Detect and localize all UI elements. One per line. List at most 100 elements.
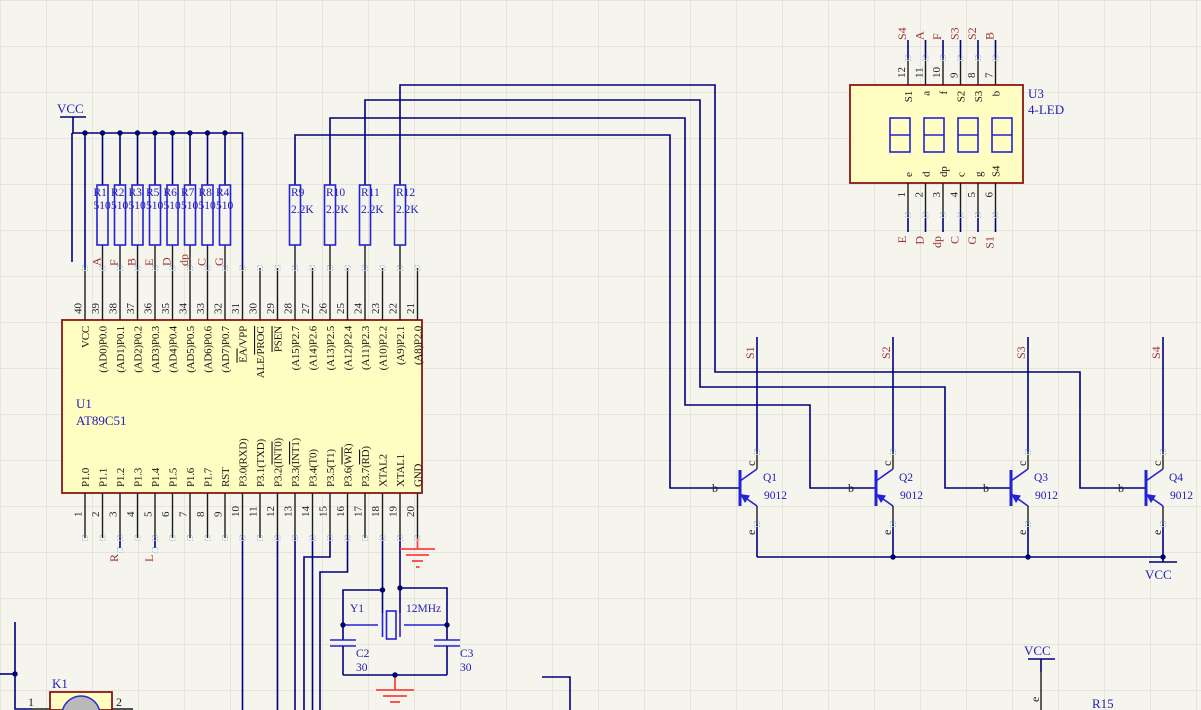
component-R10-resistor[interactable]: R102.2K (325, 185, 350, 245)
u3-pin-4-name: c (956, 172, 968, 177)
u3-pin-6-number: 6 (984, 192, 996, 198)
u1-pin-21-number: 21 (405, 303, 417, 314)
component-R4-resistor[interactable]: R4510 (216, 185, 234, 245)
component-Q1-transistor[interactable]: bceQ19012 (712, 452, 787, 535)
u1-pin-27-name: (A14)P2.6 (308, 325, 320, 370)
junction-dot (100, 130, 105, 135)
u1-pin-39-number: 39 (90, 303, 102, 315)
u3-pin-9-number: 9 (949, 72, 961, 78)
vcc-label: VCC (57, 101, 84, 116)
component-R7-resistor[interactable]: R7510 (181, 185, 199, 245)
u1-pin-36-name: (AD3)P0.3 (150, 325, 162, 372)
wire-pin15-down[interactable] (304, 538, 330, 710)
junction-dot (340, 622, 345, 627)
u1-pin-4-number: 4 (125, 511, 137, 517)
component-c3-capacitor[interactable]: C3 30 (434, 640, 474, 674)
R1-value: 510 (94, 200, 112, 212)
net-label-dp: dp (930, 236, 944, 248)
k1-designator: K1 (52, 676, 68, 691)
vcc-power-port-bottom-right[interactable]: VCC (1024, 643, 1055, 672)
component-k1-button[interactable]: K1 1 2 (28, 676, 133, 710)
Q2-collector-label: c (880, 461, 894, 466)
u1-pin-30-number: 30 (248, 303, 260, 315)
component-R5-resistor[interactable]: R5510 (146, 185, 164, 245)
u3-designator: U3 (1028, 86, 1044, 101)
u1-pin-1-number: 1 (73, 512, 85, 518)
u1-pin-37-name: (AD2)P0.2 (133, 326, 145, 373)
c3-value: 30 (460, 662, 472, 674)
u1-pin-24-name: (A11)P2.3 (360, 325, 372, 370)
Q4-collector-label: c (1150, 461, 1164, 466)
component-R2-resistor[interactable]: R2510 (111, 185, 129, 245)
junction-dot (187, 130, 192, 135)
net-label-C: C (195, 258, 209, 266)
schematic-canvas[interactable]: VCC U1 AT89C51 40VCC39(AD0)P0.0A38(AD1)P… (0, 0, 1201, 710)
u1-pin-8-name: P1.7 (203, 467, 215, 487)
ground-symbol-pin20[interactable] (400, 538, 435, 567)
vcc-power-port-right[interactable]: VCC (1145, 557, 1177, 582)
component-R11-resistor[interactable]: R112.2K (360, 185, 385, 245)
junction-dot (392, 672, 397, 677)
u1-pin-23-name: (A10)P2.2 (378, 326, 390, 370)
junction-dot (890, 554, 895, 559)
R11-value: 2.2K (361, 204, 384, 216)
u1-pin-3-name: P1.2 (115, 468, 127, 487)
u1-pin-29-number: 29 (265, 303, 277, 315)
component-R8-resistor[interactable]: R8510 (199, 185, 217, 245)
R4-value: 510 (216, 200, 234, 212)
Q4-part-number: 9012 (1170, 490, 1193, 502)
component-R6-resistor[interactable]: R6510 (164, 185, 182, 245)
component-R1-resistor[interactable]: R1510 (94, 185, 112, 245)
component-R12-resistor[interactable]: R122.2K (395, 185, 420, 245)
component-Q3-transistor[interactable]: bceQ39012 (983, 452, 1058, 535)
u1-pin-2-number: 2 (90, 512, 102, 518)
vcc-power-port-top-left[interactable]: VCC (57, 101, 86, 133)
ground-symbol-crystal[interactable] (376, 675, 414, 702)
net-label-S1: S1 (983, 236, 997, 249)
junction-dot (1025, 554, 1030, 559)
component-R3-resistor[interactable]: R3510 (129, 185, 147, 245)
component-Q4-transistor[interactable]: bceQ49012 (1118, 452, 1193, 535)
net-label-S3: S3 (1014, 346, 1028, 359)
u1-pin-37-number: 37 (125, 303, 137, 315)
R4-designator: R4 (216, 187, 230, 199)
u3-pin-10-name: f (938, 90, 950, 94)
u3-pin-11-name: a (921, 91, 933, 96)
Q3-collector-label: c (1015, 461, 1029, 466)
u1-pin-29-name: PSEN (273, 326, 285, 352)
wire-r12-to-q4-base[interactable] (400, 85, 1146, 488)
u1-pin-28-number: 28 (283, 303, 295, 315)
Q4-collector-arm (1146, 469, 1163, 481)
u1-pin-31-name: EA/VPP (238, 326, 250, 363)
component-R9-resistor[interactable]: R92.2K (290, 185, 315, 245)
u1-pin-15-number: 15 (318, 506, 330, 518)
u1-pin-15-name: P3.5(T1) (325, 449, 337, 487)
u1-pin-1-name: P1.0 (80, 467, 92, 487)
u1-pin-13-number: 13 (283, 506, 295, 518)
u1-pin-17-number: 17 (353, 506, 365, 518)
component-c2-capacitor[interactable]: C2 30 (330, 640, 370, 674)
u1-pin-18-name: XTAL2 (378, 454, 390, 487)
hot-point (118, 548, 123, 553)
u1-pin-19-number: 19 (388, 506, 400, 518)
component-Q2-transistor[interactable]: bceQ29012 (848, 452, 923, 535)
junction-dot (170, 130, 175, 135)
R3-designator: R3 (129, 187, 143, 199)
u3-pin-3-name: dp (938, 166, 950, 177)
u1-pin-20-number: 20 (405, 506, 417, 518)
u1-pin-7-name: P1.6 (185, 467, 197, 487)
component-y1-crystal[interactable]: Y1 12MHz (343, 603, 447, 639)
Q2-designator: Q2 (899, 472, 913, 484)
u1-pin-27-number: 27 (300, 303, 312, 315)
net-label-R: R (107, 554, 121, 562)
u1-pin-2-name: P1.1 (98, 468, 110, 487)
schematic-sheet[interactable]: VCC U1 AT89C51 40VCC39(AD0)P0.0A38(AD1)P… (0, 0, 1201, 710)
R8-value: 510 (199, 200, 217, 212)
wire-bottom-center[interactable] (542, 677, 570, 710)
wire-xtal2-to-c2[interactable] (343, 590, 383, 640)
y1-value: 12MHz (406, 603, 441, 615)
R5-designator: R5 (146, 187, 160, 199)
c2-designator: C2 (356, 648, 370, 660)
R8-designator: R8 (199, 187, 213, 199)
R9-value: 2.2K (291, 204, 314, 216)
